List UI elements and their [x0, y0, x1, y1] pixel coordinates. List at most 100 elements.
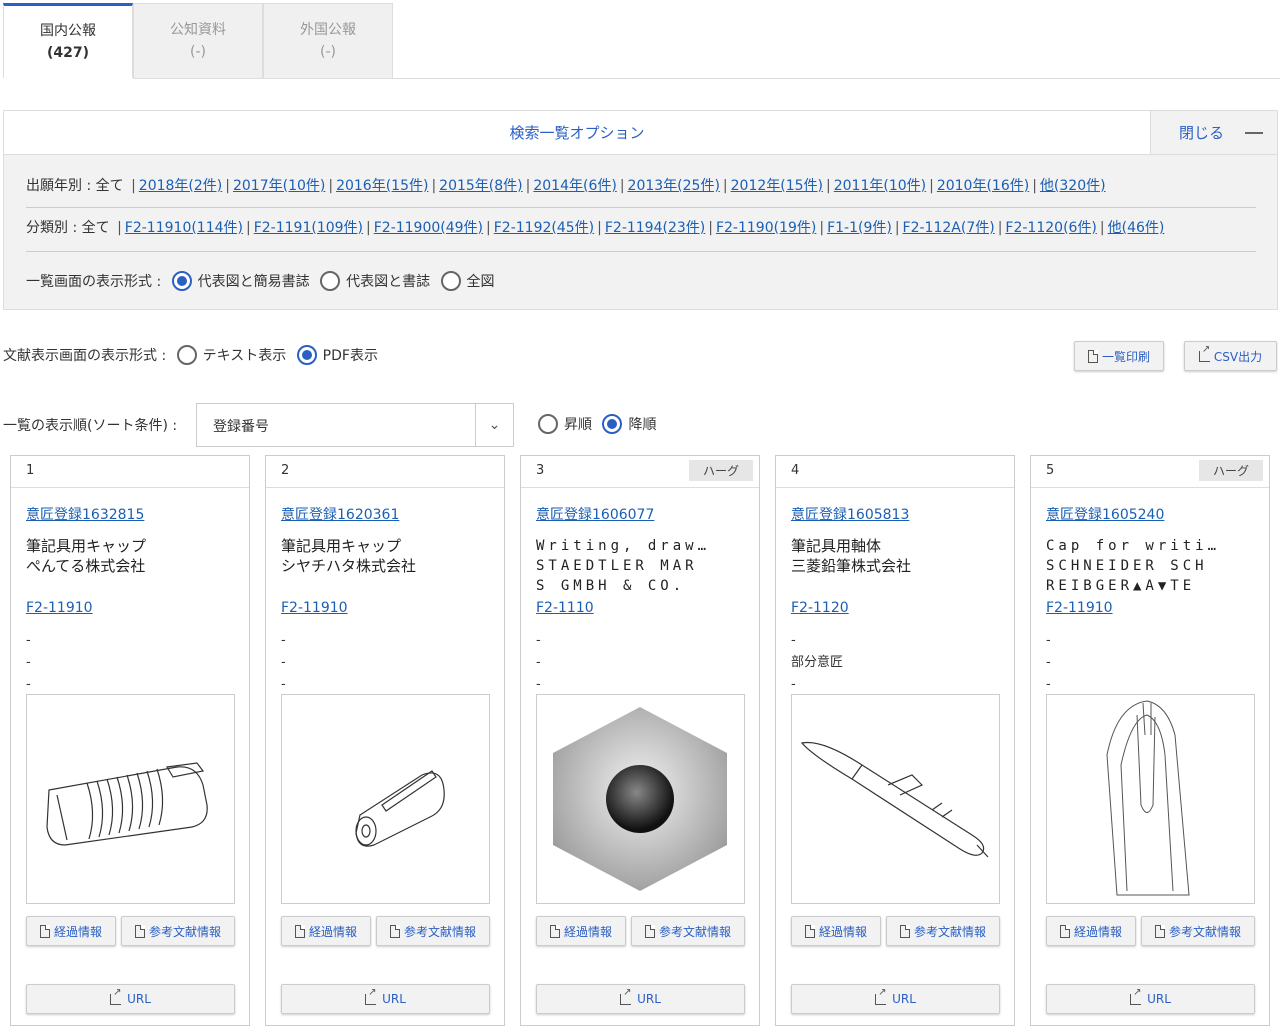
url-button[interactable]: URL	[536, 984, 745, 1014]
registration-link[interactable]: 意匠登録1632815	[26, 504, 241, 528]
list-format-option: 代表図と書誌	[346, 274, 431, 290]
class-filter-link[interactable]: F2-1192(45件)	[494, 220, 594, 236]
card-extra-line: -	[1046, 633, 1051, 648]
history-button[interactable]: 経過情報	[791, 916, 881, 946]
year-filter-row: 出願年別 : 全て | 2018年(2件) | 2017年(10件) | 2016年(15…	[26, 175, 1106, 195]
history-label: 経過情報	[308, 924, 357, 939]
tab-label: 国内公報	[40, 23, 96, 39]
radio-list-format-1[interactable]	[320, 271, 341, 291]
hexagon-pencil-end-icon[interactable]	[536, 694, 745, 904]
class-filter-link[interactable]: F1-1(9件)	[827, 220, 892, 236]
tab-count: (427)	[46, 45, 90, 61]
document-icon	[134, 924, 145, 938]
tab-domestic[interactable]: 国内公報 (427)	[3, 3, 133, 78]
card-body: 意匠登録1606077 Writing, draw… STAEDTLER MAR…	[536, 504, 751, 694]
pen-cap-icon[interactable]	[26, 694, 235, 904]
radio-pdf-display[interactable]	[296, 345, 317, 365]
separator: |	[366, 220, 371, 236]
reference-button[interactable]: 参考文献情報	[886, 916, 1000, 946]
class-filter-link[interactable]: 他(46件)	[1108, 220, 1165, 236]
card-title: 筆記具用キャップ シヤチハタ株式会社	[281, 537, 417, 575]
radio-list-format-2[interactable]	[440, 271, 461, 291]
search-list-options: 検索一覧オプション 閉じる 出願年別 : 全て | 2018年(2件) | 2017年…	[3, 110, 1278, 310]
history-button[interactable]: 経過情報	[26, 916, 116, 946]
reference-label: 参考文献情報	[403, 924, 476, 939]
csv-export-button[interactable]: CSV出力	[1184, 341, 1277, 371]
year-filter-link[interactable]: 2011年(10件)	[834, 178, 926, 194]
url-button[interactable]: URL	[791, 984, 1000, 1014]
card-extra-line: -	[1046, 677, 1051, 692]
history-button[interactable]: 経過情報	[1046, 916, 1136, 946]
year-filter-link[interactable]: 2015年(8件)	[439, 178, 522, 194]
print-list-button[interactable]: 一覧印刷	[1074, 341, 1164, 371]
history-label: 経過情報	[53, 924, 102, 939]
class-filter-link[interactable]: F2-11900(49件)	[374, 220, 483, 236]
card-extra: - - -	[1046, 630, 1261, 694]
year-filter-link[interactable]: 2017年(10件)	[233, 178, 325, 194]
classification-link[interactable]: F2-11910	[26, 600, 241, 624]
separator: |	[997, 220, 1003, 236]
registration-link[interactable]: 意匠登録1605240	[1046, 504, 1261, 528]
card-extra-line: -	[791, 677, 796, 692]
csv-label: CSV出力	[1213, 349, 1263, 364]
tab-foreign[interactable]: 外国公報 (-)	[263, 3, 393, 78]
reference-button[interactable]: 参考文献情報	[376, 916, 490, 946]
year-filter-link[interactable]: 2010年(16件)	[937, 178, 1029, 194]
radio-text-display[interactable]	[176, 345, 197, 365]
classification-link[interactable]: F2-11910	[1046, 600, 1261, 624]
card-number: 2	[281, 463, 290, 478]
class-filter-label: 分類別 : 全て	[26, 220, 110, 236]
classification-link[interactable]: F2-1120	[791, 600, 1006, 624]
class-filter-link[interactable]: F2-1194(23件)	[605, 220, 705, 236]
year-filter-link[interactable]: 2016年(15件)	[336, 178, 428, 194]
reference-label: 参考文献情報	[658, 924, 731, 939]
hague-badge: ハーグ	[1198, 460, 1263, 481]
separator: |	[597, 220, 602, 236]
sort-select[interactable]: 登録番号 ⌄	[196, 403, 514, 447]
year-filter-link[interactable]: 2013年(25件)	[628, 178, 720, 194]
reference-button[interactable]: 参考文献情報	[1141, 916, 1255, 946]
cap-clip-icon[interactable]	[281, 694, 490, 904]
radio-list-format-0[interactable]	[171, 271, 192, 291]
year-filter-link[interactable]: 2014年(6件)	[533, 178, 616, 194]
ballpoint-pen-icon[interactable]	[791, 694, 1000, 904]
registration-link[interactable]: 意匠登録1606077	[536, 504, 751, 528]
class-filter-link[interactable]: F2-1191(109件)	[254, 220, 363, 236]
year-filter-link[interactable]: 他(320件)	[1040, 178, 1106, 194]
options-title[interactable]: 検索一覧オプション	[4, 111, 1150, 155]
registration-link[interactable]: 意匠登録1620361	[281, 504, 496, 528]
class-filter-link[interactable]: F2-1120(6件)	[1005, 220, 1096, 236]
external-link-icon	[365, 987, 376, 1005]
reference-button[interactable]: 参考文献情報	[121, 916, 235, 946]
card-title: 筆記具用軸体 三菱鉛筆株式会社	[791, 537, 912, 575]
options-close-button[interactable]: 閉じる	[1150, 111, 1277, 154]
radio-descending[interactable]	[602, 414, 623, 434]
divider	[26, 251, 1256, 252]
tab-count: (-)	[190, 44, 206, 60]
tabs-divider	[133, 78, 1280, 79]
card-body: 意匠登録1605813 筆記具用軸体 三菱鉛筆株式会社 F2-1120 - 部分意…	[791, 504, 1006, 694]
classification-link[interactable]: F2-1110	[536, 600, 751, 624]
radio-ascending[interactable]	[538, 414, 558, 434]
class-filter-link[interactable]: F2-112A(7件)	[903, 220, 995, 236]
url-button[interactable]: URL	[26, 984, 235, 1014]
url-button[interactable]: URL	[281, 984, 490, 1014]
url-button[interactable]: URL	[1046, 984, 1255, 1014]
class-filter-link[interactable]: F2-1190(19件)	[716, 220, 816, 236]
history-button[interactable]: 経過情報	[536, 916, 626, 946]
class-filter-link[interactable]: F2-11910(114件)	[125, 220, 243, 236]
tab-known-materials[interactable]: 公知資料 (-)	[133, 3, 263, 78]
list-format-label: 一覧画面の表示形式 :	[26, 274, 162, 290]
year-filter-link[interactable]: 2012年(15件)	[731, 178, 823, 194]
classification-link[interactable]: F2-11910	[281, 600, 496, 624]
separator: |	[131, 178, 136, 194]
pen-cap-outline-icon[interactable]	[1046, 694, 1255, 904]
history-button[interactable]: 経過情報	[281, 916, 371, 946]
reference-button[interactable]: 参考文献情報	[631, 916, 745, 946]
chevron-down-icon[interactable]: ⌄	[475, 404, 513, 446]
registration-link[interactable]: 意匠登録1605813	[791, 504, 1006, 528]
year-filter-link[interactable]: 2018年(2件)	[139, 178, 222, 194]
history-label: 経過情報	[1073, 924, 1122, 939]
card-extra: - - -	[536, 630, 751, 694]
document-icon	[899, 924, 910, 938]
